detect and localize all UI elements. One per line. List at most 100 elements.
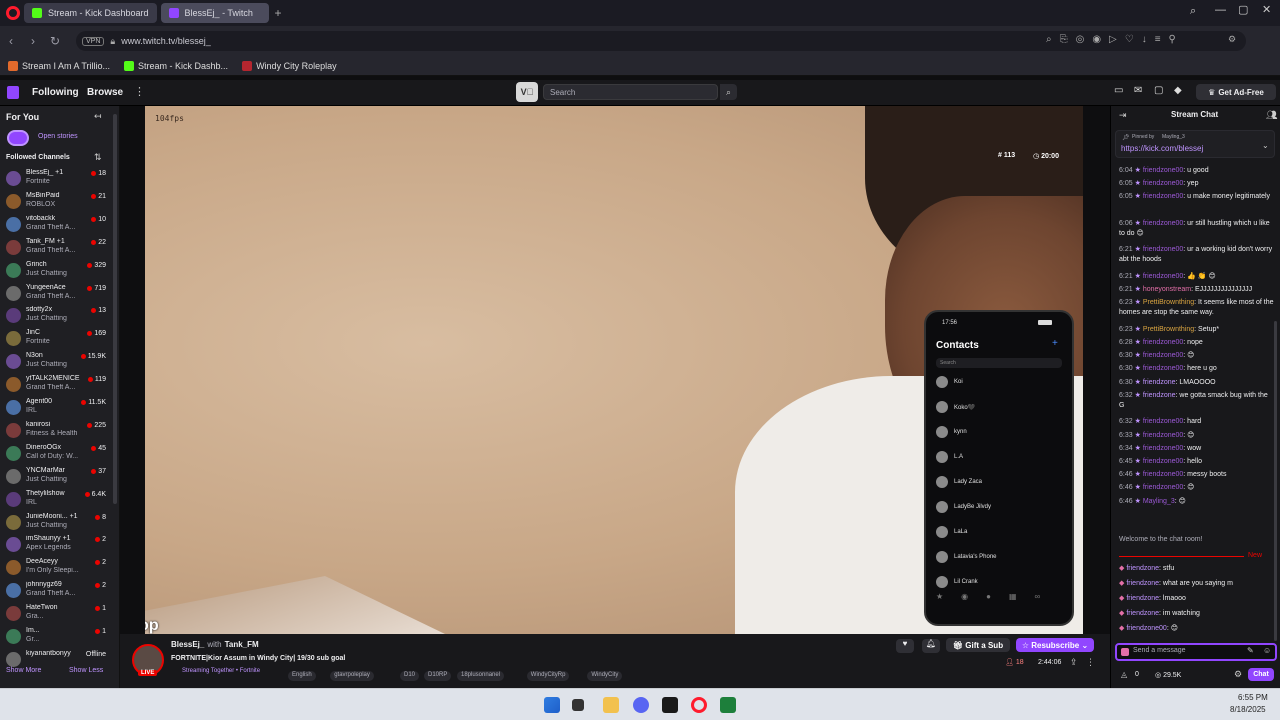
maximize-icon[interactable]: ▢ — [1238, 3, 1248, 16]
sidebar-channel[interactable]: MsBinPaid ROBLOX 21 — [6, 191, 114, 213]
sidebar-channel[interactable]: imShaunyy +1 Apex Legends 2 — [6, 534, 114, 556]
stories-avatar[interactable] — [7, 130, 29, 146]
chat-message[interactable]: 6:21 ★ honeyonstream: EJJJJJJJJJJJJJJJ — [1119, 285, 1274, 295]
chat-message[interactable]: ◆ friendzone: stfu — [1119, 564, 1274, 574]
twitch-logo-icon[interactable] — [7, 86, 19, 99]
chat-message[interactable]: 6:30 ★ friendzone00: 😊 — [1119, 351, 1274, 361]
forward-icon[interactable]: › — [22, 34, 44, 48]
sidebar-scrollbar[interactable] — [113, 114, 117, 504]
sidebar-channel[interactable]: Thetylilshow IRL 6.4K — [6, 489, 114, 511]
taskbar-time[interactable]: 6:55 PM — [1238, 693, 1268, 702]
chat-message[interactable]: 6:28 ★ friendzone00: nope — [1119, 338, 1274, 348]
sidebar-channel[interactable]: JinC Fortnite 169 — [6, 328, 114, 350]
chat-message[interactable]: 6:23 ★ PrettiBrownthing: It seems like m… — [1119, 298, 1274, 318]
chat-users-icon[interactable]: 👥︎ — [1266, 110, 1277, 121]
gift-sub-button[interactable]: 🎁︎ Gift a Sub — [946, 638, 1010, 652]
sidebar-channel[interactable]: sdotty2x Just Chatting 13 — [6, 305, 114, 327]
notification-bell-icon[interactable]: 🔔︎ — [922, 639, 940, 653]
sidebar-channel[interactable]: N3on Just Chatting 15.9K — [6, 351, 114, 373]
emote-picker-icon[interactable]: ☺ — [1263, 646, 1271, 655]
inbox-icon[interactable]: ▭ — [1114, 85, 1123, 96]
search-tabs-icon[interactable]: ⌕ — [1190, 5, 1196, 18]
desktop-icon[interactable] — [572, 699, 584, 711]
chat-username[interactable]: friendzone00 — [1143, 365, 1183, 372]
vfx-extension-icon[interactable]: V⃞ — [516, 82, 538, 102]
following-link[interactable]: Following — [32, 87, 79, 98]
pinned-message[interactable]: 📌︎ Pinned by Mayling_3 https://kick.com/… — [1115, 130, 1275, 158]
chat-username[interactable]: friendzone00 — [1143, 246, 1183, 253]
chat-message[interactable]: ◆ friendzone: lmaooo — [1119, 594, 1274, 604]
stream-tag[interactable]: gtavrpoleplay — [330, 671, 374, 681]
show-less-link[interactable]: Show Less — [69, 667, 103, 674]
chat-message[interactable]: 6:46 ★ friendzone00: 😊 — [1119, 483, 1274, 493]
sidebar-channel[interactable]: Tank_FM +1 Grand Theft A... 22 — [6, 237, 114, 259]
capcut-icon[interactable] — [662, 697, 678, 713]
sidebar-toggle-icon[interactable]: ⚙ — [1228, 34, 1236, 45]
chat-message[interactable]: 6:06 ★ friendzone00: ur still hustling w… — [1119, 219, 1274, 239]
taskbar-date[interactable]: 8/18/2025 — [1230, 705, 1266, 714]
bookmark-1[interactable]: Stream I Am A Trillio... — [8, 60, 110, 71]
close-icon[interactable]: ✕ — [1262, 3, 1271, 16]
more-options-icon[interactable]: ⋮ — [1086, 657, 1095, 668]
chat-message[interactable]: 6:32 ★ friendzone00: hard — [1119, 417, 1274, 427]
tab-kick-dashboard[interactable]: Stream - Kick Dashboard — [24, 3, 157, 23]
search-input[interactable]: Search — [543, 84, 718, 100]
chat-message[interactable]: 6:05 ★ friendzone00: yep — [1119, 179, 1274, 189]
collapse-sidebar-icon[interactable]: ↤ — [94, 111, 102, 122]
chat-username[interactable]: friendzone — [1126, 595, 1159, 602]
more-menu-icon[interactable]: ⋮ — [134, 85, 145, 98]
url-field[interactable]: VPN 🔒︎ www.twitch.tv/blessej_ ⌕⎘◎◉▷♡↓≡⚲ … — [76, 31, 1246, 51]
channel-points-icon[interactable]: ◬ — [1121, 670, 1127, 679]
follow-heart-icon[interactable]: ♥ — [896, 639, 914, 653]
chat-username[interactable]: PrettiBrownthing — [1143, 326, 1194, 333]
stream-tag[interactable]: WindyCityRp — [526, 671, 570, 681]
sidebar-channel[interactable]: DineroOGx Call of Duty: W... 45 — [6, 443, 114, 465]
chat-message[interactable]: ◆ friendzone00: 😊 — [1119, 624, 1274, 634]
chat-message[interactable]: 6:45 ★ friendzone00: hello — [1119, 457, 1274, 467]
bits-icon[interactable]: ◆ — [1174, 85, 1182, 96]
chat-message[interactable]: 6:46 ★ friendzone00: messy boots — [1119, 470, 1274, 480]
show-more-link[interactable]: Show More — [6, 667, 41, 674]
chat-username[interactable]: friendzone00 — [1143, 273, 1183, 280]
sidebar-channel[interactable]: kanirosi Fitness & Health 225 — [6, 420, 114, 442]
chat-username[interactable]: friendzone — [1126, 580, 1159, 587]
chat-username[interactable]: friendzone00 — [1143, 418, 1183, 425]
bits-cheer-icon[interactable]: ✎ — [1247, 646, 1254, 655]
sidebar-channel[interactable]: Agent00 IRL 11.5K — [6, 397, 114, 419]
chat-message[interactable]: 6:30 ★ friendzone: LMAOOOO — [1119, 378, 1274, 388]
chat-username[interactable]: friendzone — [1126, 565, 1159, 572]
windows-start-icon[interactable] — [544, 697, 560, 713]
chat-message[interactable]: 6:21 ★ friendzone00: ur a working kid do… — [1119, 245, 1274, 265]
sidebar-channel[interactable]: vitobackk Grand Theft A... 10 — [6, 214, 114, 236]
sidebar-channel[interactable]: BlessEj_ +1 Fortnite 18 — [6, 168, 114, 190]
opera-taskbar-icon[interactable] — [691, 697, 707, 713]
file-explorer-icon[interactable] — [603, 697, 619, 713]
xbox-icon[interactable] — [720, 697, 736, 713]
sidebar-channel[interactable]: YungeenAce Grand Theft A... 719 — [6, 283, 114, 305]
share-icon[interactable]: ⇪ — [1070, 657, 1078, 668]
notifications-icon[interactable]: ▢ — [1154, 85, 1163, 96]
chat-username[interactable]: honeyonstream — [1143, 286, 1191, 293]
chat-scrollbar[interactable] — [1274, 321, 1277, 641]
chat-message[interactable]: 6:23 ★ PrettiBrownthing: Setup* — [1119, 325, 1274, 335]
address-tools-icons[interactable]: ⌕⎘◎◉▷♡↓≡⚲ — [1046, 34, 1184, 45]
minimize-icon[interactable]: — — [1215, 4, 1226, 16]
chat-username[interactable]: friendzone — [1143, 379, 1176, 386]
chat-username[interactable]: friendzone — [1126, 610, 1159, 617]
sidebar-channel[interactable]: YNCMarMar Just Chatting 37 — [6, 466, 114, 488]
new-tab-icon[interactable]: + — [275, 6, 282, 20]
chat-username[interactable]: friendzone00 — [1126, 625, 1166, 632]
streaming-together-link[interactable]: Streaming Together • Fortnite — [182, 668, 260, 674]
chat-username[interactable]: friendzone00 — [1143, 352, 1183, 359]
sidebar-channel[interactable]: Im... Gr... 1 — [6, 626, 114, 648]
collapse-chat-icon[interactable]: ⇥ — [1119, 110, 1127, 121]
stream-tag[interactable]: English — [288, 671, 316, 681]
stream-tag[interactable]: 18plusonnanel — [457, 671, 505, 681]
chat-username[interactable]: friendzone00 — [1143, 484, 1183, 491]
collab-name[interactable]: Tank_FM — [225, 640, 259, 649]
search-icon[interactable]: ⌕ — [720, 84, 737, 100]
tab-twitch[interactable]: BlessEj_ - Twitch — [160, 3, 269, 23]
stream-tag[interactable]: D10 — [400, 671, 420, 681]
chat-message[interactable]: 6:21 ★ friendzone00: 👍 👏 😊 — [1119, 272, 1274, 282]
chat-username[interactable]: friendzone00 — [1143, 432, 1183, 439]
